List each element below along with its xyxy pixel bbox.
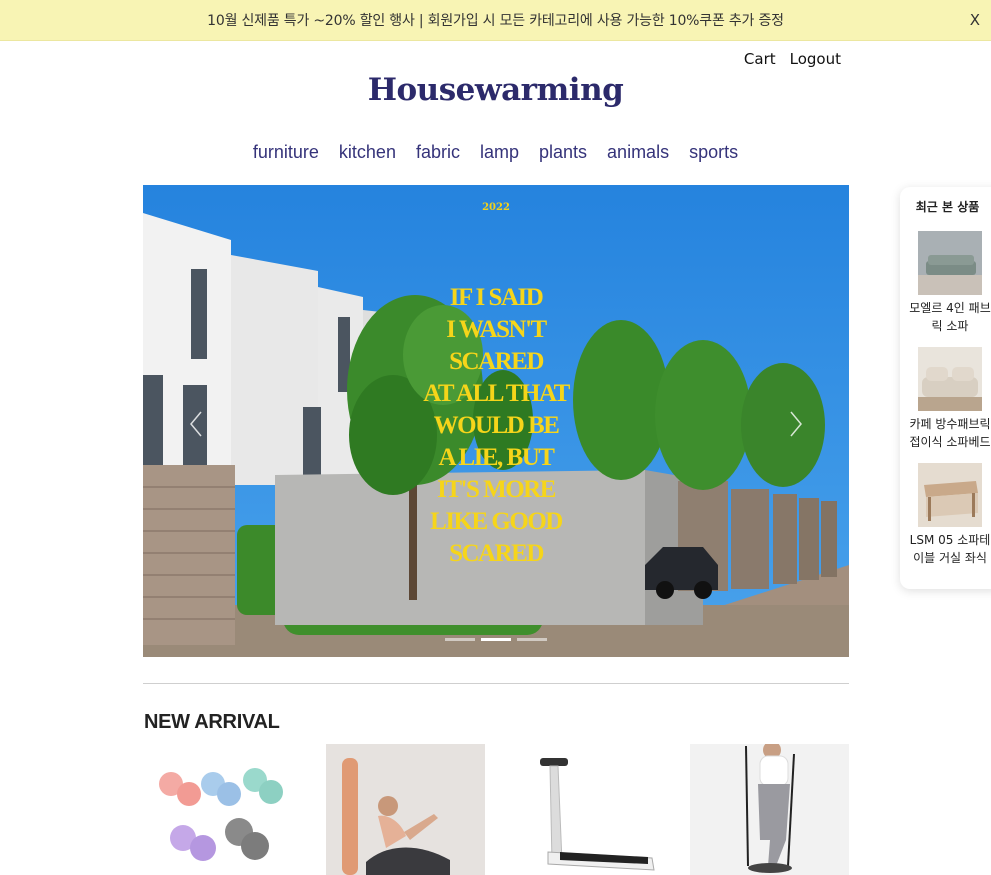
promo-text: 10월 신제품 특가 ~20% 할인 행사 | 회원가입 시 모든 카테고리에 …: [207, 13, 784, 29]
nav-item-kitchen[interactable]: kitchen: [339, 142, 396, 163]
sofa-image: [918, 231, 982, 295]
slide-indicator-3[interactable]: [517, 638, 547, 641]
product-card-1[interactable]: [143, 744, 302, 875]
recent-item-name: 카페 방수패브릭 접이식 소파베드: [909, 417, 991, 449]
hero-year: 2022: [482, 202, 510, 213]
recent-item-thumbnail: [918, 463, 982, 527]
dumbbells-image: [143, 744, 302, 875]
promo-banner: 10월 신제품 특가 ~20% 할인 행사 | 회원가입 시 모든 카테고리에 …: [0, 0, 991, 41]
nav-item-lamp[interactable]: lamp: [480, 142, 519, 163]
recent-item-name: LSM 05 소파테이블 거실 좌식: [909, 533, 991, 565]
section-divider: [143, 683, 849, 684]
recently-viewed-panel: 최근 본 상품 모엘르 4인 패브릭 소파 카페 방수패브릭 접이식 소파베드: [900, 187, 991, 589]
quote-line: I WASN'T: [446, 316, 547, 343]
close-icon[interactable]: X: [970, 11, 980, 29]
nav-item-fabric[interactable]: fabric: [416, 142, 460, 163]
recent-item[interactable]: 모엘르 4인 패브릭 소파: [906, 231, 991, 335]
treadmill-image: [508, 744, 667, 875]
category-nav: furniture kitchen fabric lamp plants ani…: [0, 142, 991, 163]
sofa-bed-image: [918, 347, 982, 411]
recent-item[interactable]: LSM 05 소파테이블 거실 좌식: [906, 463, 991, 567]
recent-item[interactable]: 카페 방수패브릭 접이식 소파베드: [906, 347, 991, 451]
resistance-band-image: [690, 744, 849, 875]
cart-link[interactable]: Cart: [744, 50, 776, 68]
quote-line: LIKE GOOD: [430, 508, 563, 535]
nav-item-furniture[interactable]: furniture: [253, 142, 319, 163]
hero-slider[interactable]: 2022 IF I SAID I WASN'T SCARED AT ALL TH…: [143, 185, 849, 657]
slide-indicator-1[interactable]: [445, 638, 475, 641]
nav-item-sports[interactable]: sports: [689, 142, 738, 163]
product-card-2[interactable]: [326, 744, 485, 875]
utility-nav: Cart Logout: [744, 50, 841, 68]
quote-line: IT'S MORE: [437, 476, 556, 503]
recent-item-name: 모엘르 4인 패브릭 소파: [909, 301, 991, 333]
hero-quote: IF I SAID I WASN'T SCARED AT ALL THAT WO…: [396, 282, 596, 570]
slider-indicators: [143, 638, 849, 641]
recently-viewed-title: 최근 본 상품: [915, 200, 980, 214]
quote-line: SCARED: [449, 348, 544, 375]
recent-item-thumbnail: [918, 347, 982, 411]
recent-item-thumbnail: [918, 231, 982, 295]
nav-item-plants[interactable]: plants: [539, 142, 587, 163]
quote-line: IF I SAID: [449, 284, 544, 311]
quote-line: SCARED: [449, 540, 544, 567]
site-logo[interactable]: Housewarming: [0, 72, 991, 108]
nav-item-animals[interactable]: animals: [607, 142, 669, 163]
logout-link[interactable]: Logout: [790, 50, 841, 68]
quote-line: A LIE, BUT: [438, 444, 555, 471]
slide-indicator-2[interactable]: [481, 638, 511, 641]
yoga-woman-image: [326, 744, 485, 875]
chevron-left-icon[interactable]: [189, 410, 203, 438]
product-card-3[interactable]: [508, 744, 667, 875]
quote-line: AT ALL THAT: [423, 380, 570, 407]
product-card-4[interactable]: [690, 744, 849, 875]
chevron-right-icon[interactable]: [789, 410, 803, 438]
quote-line: WOULD BE: [433, 412, 560, 439]
new-arrival-title: NEW ARRIVAL: [144, 711, 280, 733]
table-image: [918, 463, 982, 527]
